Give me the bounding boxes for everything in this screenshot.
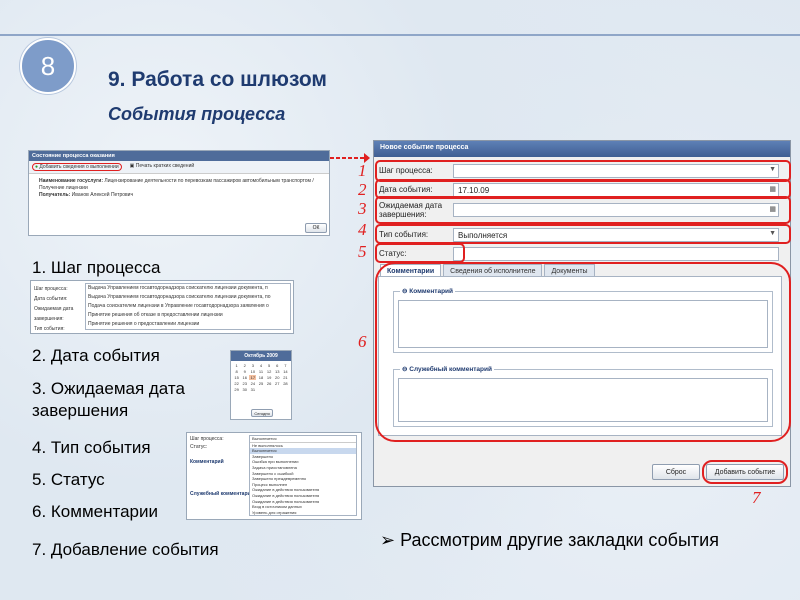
expected-label: Ожидаемая дата завершения: [34,306,74,322]
marker-2: 2 [358,180,367,199]
label-expected: 3. Ожидаемая дата завершения [32,379,185,420]
highlight-expected [375,196,791,224]
date-label: Дата события: [34,296,68,302]
today-button[interactable]: Сегодня [251,409,273,417]
highlight-status [375,243,465,263]
marker-6: 6 [358,332,367,351]
status-label: Статус: [190,444,208,450]
dialog-title: Новое событие процесса [374,141,790,157]
process-state-screenshot: Состояние процесса оказания ● Добавить с… [28,150,330,236]
list-item[interactable]: Принятие решения об отказе в предоставле… [86,311,290,320]
slide-title: 9. Работа со шлюзом [108,68,327,91]
marker-7: 7 [752,488,761,507]
reset-button[interactable]: Сброс [652,464,700,480]
list-item[interactable]: Выдача Управлением госавтодорнадзора сои… [86,293,290,302]
comment-header: Комментарий [190,459,224,465]
list-item[interactable]: Подача соискателем лицензии в Управление… [86,302,290,311]
type-list-screenshot: Шаг процесса: Статус: Комментарий Служеб… [186,432,362,520]
add-icon: ● [35,164,39,170]
marker-3: 3 [358,199,367,218]
highlight-add [702,460,788,484]
step-list-screenshot: Шаг процесса: Дата события: Ожидаемая да… [30,280,294,334]
list-item[interactable]: Выдача Управлением госавтодорнадзора сои… [86,284,290,293]
label-status: 5. Статус [32,470,105,489]
print-link[interactable]: ▣ Печать кратких сведений [130,163,195,171]
header-rule [0,34,800,36]
ok-button[interactable]: ОК [305,223,327,233]
arrow-bullet-icon: ➢ [380,530,396,550]
slide-number-badge: 8 [20,38,76,94]
step-label: Шаг процесса: [34,286,68,292]
label-date: 2. Дата события [32,346,160,365]
slide-subtitle: События процесса [108,104,286,124]
list-item[interactable]: Уровень для отражения [250,510,356,516]
marker-1: 1 [358,161,367,180]
marker-4: 4 [358,220,367,239]
label-type: 4. Тип события [32,438,151,457]
marker-5: 5 [358,242,367,261]
recipient-label: Получатель: [39,192,71,198]
label-step: 1. Шаг процесса [32,258,161,277]
bullet-note: ➢ Рассмотрим другие закладки события [380,528,720,552]
type-current[interactable]: Выполняется [250,436,356,443]
highlight-type [375,224,791,244]
highlight-comments [375,262,791,442]
list-item[interactable]: Принятие решения о предоставлении лиценз… [86,320,290,329]
process-state-title: Состояние процесса оказания [29,151,329,161]
label-comments: 6. Комментарии [32,502,158,521]
red-arrow [330,150,370,163]
service-comment-header: Служебный комментарий [190,491,254,497]
type-label: Тип события: [34,326,65,332]
add-event-link[interactable]: ● Добавить сведения о выполнении [32,163,122,171]
recipient-value: Иванов Алексей Петрович [71,192,134,198]
calendar-screenshot: Октябрь 2009 1234567 8 9 10 11 12 13 14 15 16 17… [230,350,292,420]
bullet-text: Рассмотрим другие закладки события [400,530,719,550]
label-add-event: 7. Добавление события [32,540,219,559]
status-field[interactable] [453,246,779,261]
calendar-header: Октябрь 2009 [231,351,291,361]
print-icon: ▣ [129,163,135,169]
service-label: Наименование госуслуги: [39,178,104,184]
step-label: Шаг процесса: [190,436,224,442]
